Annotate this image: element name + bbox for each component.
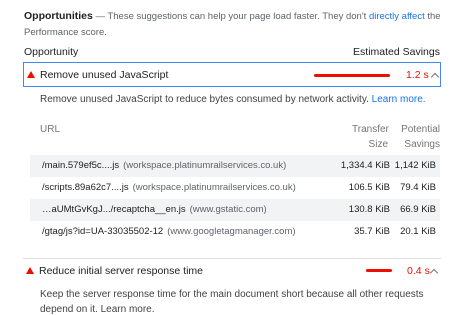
audit-server-response-time[interactable]: Reduce initial server response time 0.4 … [23, 258, 441, 280]
description-text: Remove unused JavaScript to reduce bytes… [40, 94, 372, 105]
row-url[interactable]: /scripts.89a62c7....js (workspace.platinu… [42, 182, 296, 193]
section-title: Opportunities [24, 10, 93, 22]
table-row: …aUMtGvKgJ.../recaptcha__en.js (www.gstat… [30, 199, 440, 221]
table-row: /scripts.89a62c7....js (workspace.platinu… [30, 177, 440, 199]
row-transfer-size: 1,334.4 KiB [340, 160, 390, 171]
opportunity-table-header: Opportunity Estimated Savings [24, 46, 440, 60]
potential-savings-header-line2: Savings [404, 139, 440, 150]
table-row: /main.579ef5c....js (workspace.platinumra… [30, 155, 440, 177]
audit-unused-javascript[interactable]: Remove unused JavaScript 1.2 s [23, 62, 441, 87]
row-url[interactable]: /gtag/js?id=UA-33035502-12 (www.googletag… [42, 226, 296, 237]
audit-savings: 1.2 s [406, 69, 429, 81]
directly-affect-link[interactable]: directly affect [369, 11, 425, 22]
row-potential-savings: 1,142 KiB [394, 160, 436, 171]
savings-bar [366, 269, 392, 272]
row-potential-savings: 20.1 KiB [400, 226, 436, 237]
warning-triangle-icon [27, 71, 35, 78]
audit-savings: 0.4 s [407, 265, 430, 277]
row-potential-savings: 66.9 KiB [400, 204, 436, 215]
estimated-savings-column-label: Estimated Savings [353, 46, 440, 58]
savings-bar [314, 74, 390, 77]
learn-more-link[interactable]: Learn more. [101, 304, 155, 315]
transfer-size-header-line1: Transfer [352, 124, 389, 135]
transfer-size-header-line2: Size [368, 139, 388, 150]
potential-savings-header-line1: Potential [401, 124, 440, 135]
chevron-up-icon[interactable] [430, 72, 440, 82]
audit-title: Remove unused JavaScript [40, 69, 169, 81]
row-potential-savings: 79.4 KiB [400, 182, 436, 193]
table-row: /gtag/js?id=UA-33035502-12 (www.googletag… [30, 221, 440, 243]
row-transfer-size: 130.8 KiB [348, 204, 390, 215]
header-text-1: — These suggestions can help your page l… [92, 11, 369, 22]
url-column-header: URL [40, 124, 61, 135]
learn-more-link[interactable]: Learn more. [372, 94, 426, 105]
description-text: Keep the server response time for the ma… [40, 289, 424, 315]
chevron-up-icon[interactable] [429, 268, 439, 278]
audit-description: Keep the server response time for the ma… [40, 287, 450, 315]
row-transfer-size: 35.7 KiB [354, 226, 390, 237]
row-url[interactable]: …aUMtGvKgJ.../recaptcha__en.js (www.gstat… [42, 204, 267, 215]
row-transfer-size: 106.5 KiB [348, 182, 390, 193]
opportunities-header: Opportunities — These suggestions can he… [24, 8, 464, 41]
warning-triangle-icon [26, 267, 34, 274]
opportunity-column-label: Opportunity [24, 46, 79, 58]
row-url[interactable]: /main.579ef5c....js (workspace.platinumra… [42, 160, 286, 171]
audit-description: Remove unused JavaScript to reduce bytes… [40, 92, 426, 107]
audit-title: Reduce initial server response time [39, 265, 203, 277]
